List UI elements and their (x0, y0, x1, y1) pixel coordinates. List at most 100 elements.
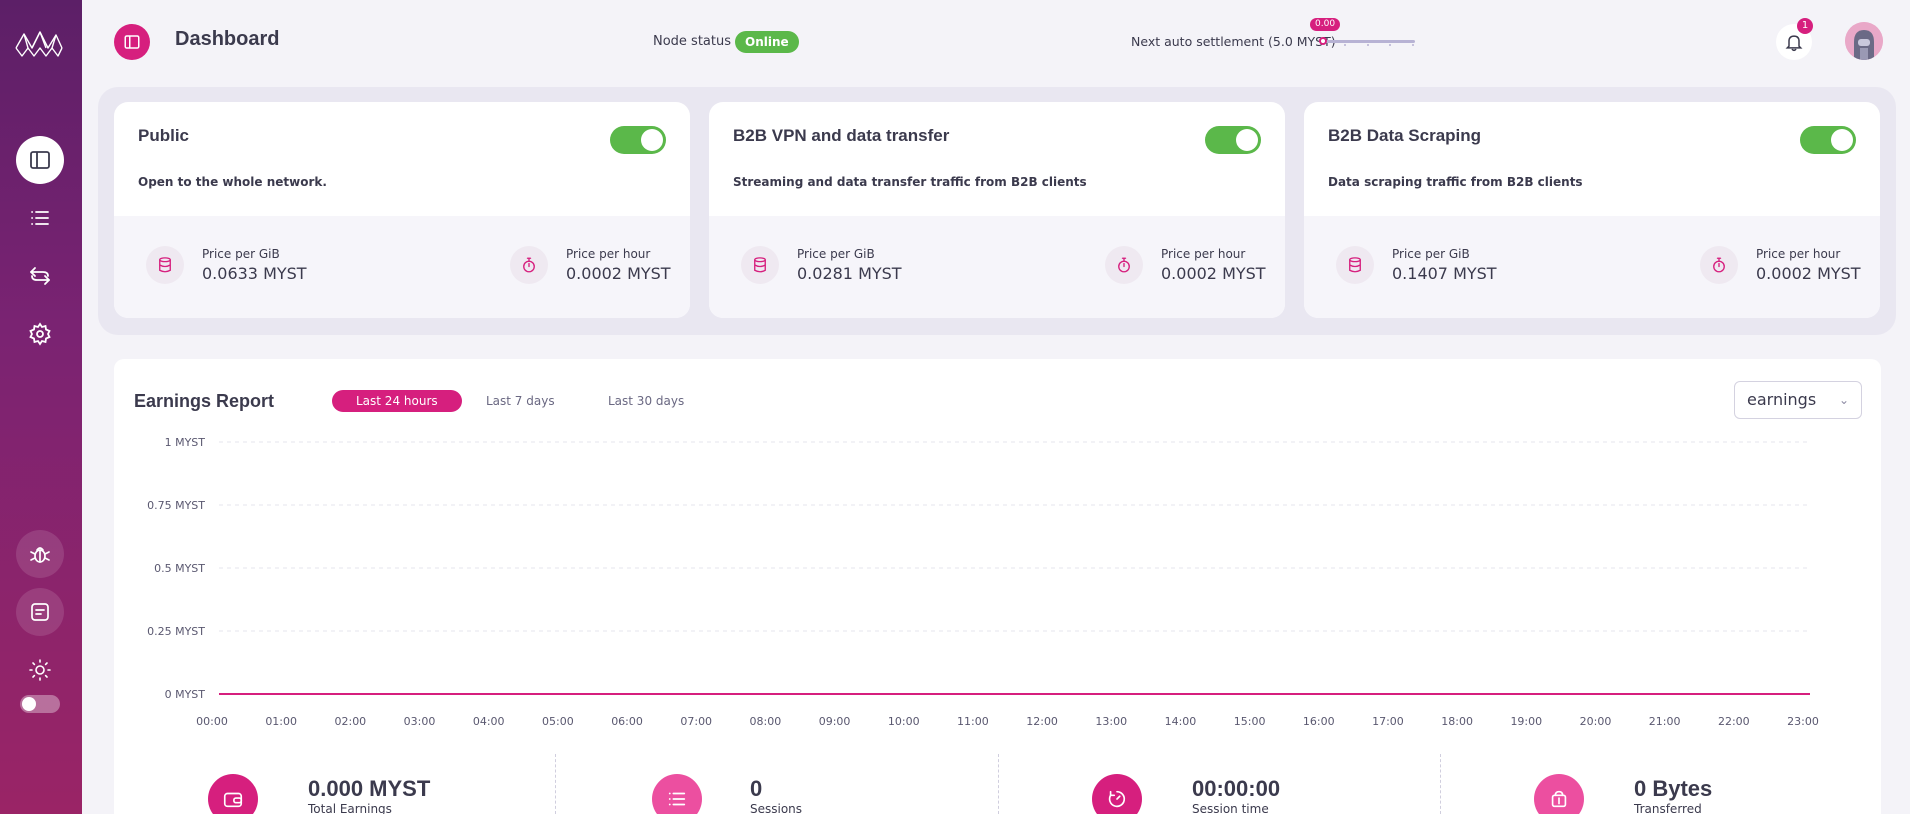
metric-select-value: earnings (1747, 390, 1817, 409)
x-tick-label: 16:00 (1303, 715, 1335, 728)
x-tick-label: 15:00 (1234, 715, 1266, 728)
service-card-b2b-scraping: B2B Data Scraping Data scraping traffic … (1304, 102, 1880, 318)
stat-value: 0 (750, 776, 763, 801)
price-value: 0.0002 MYST (1756, 264, 1861, 283)
timer-icon (1092, 774, 1142, 814)
database-icon (741, 246, 779, 284)
service-toggle[interactable] (1800, 126, 1856, 154)
stopwatch-icon (1700, 246, 1738, 284)
x-tick-label: 21:00 (1649, 715, 1681, 728)
settlement-ticks (1344, 44, 1414, 46)
nav-sessions[interactable] (16, 194, 64, 242)
price-value: 0.0281 MYST (797, 264, 902, 283)
settlement-progress-handle (1319, 37, 1327, 45)
stat-label: Total Earnings (308, 802, 392, 814)
node-status-badge: Online (735, 31, 799, 53)
service-description: Data scraping traffic from B2B clients (1328, 175, 1583, 189)
y-tick-label: 0.25 MYST (147, 625, 205, 638)
nav-theme[interactable] (16, 646, 64, 694)
service-toggle-knob (1831, 129, 1853, 151)
x-tick-label: 02:00 (334, 715, 366, 728)
stats-bar: 0.000 MYST Total Earnings 0 Sessions 00:… (114, 754, 1881, 814)
service-card-public: Public Open to the whole network. Price … (114, 102, 690, 318)
y-tick-label: 0.75 MYST (147, 499, 205, 512)
price-per-gib: Price per GiB 0.1407 MYST (1336, 246, 1497, 284)
nav-dashboard[interactable] (16, 136, 64, 184)
metric-select[interactable]: earnings ⌄ (1734, 381, 1862, 419)
sidebar-toggle-button[interactable] (114, 24, 150, 60)
service-card-b2b-vpn: B2B VPN and data transfer Streaming and … (709, 102, 1285, 318)
stat-label: Sessions (750, 802, 803, 814)
price-label: Price per hour (566, 247, 651, 261)
service-description: Streaming and data transfer traffic from… (733, 175, 1087, 189)
stat-label: Transferred (1634, 802, 1702, 814)
price-label: Price per hour (1161, 247, 1246, 261)
nav-docs[interactable] (16, 588, 64, 636)
y-tick-label: 0 MYST (165, 688, 206, 701)
x-tick-label: 05:00 (542, 715, 574, 728)
y-tick-label: 0.5 MYST (154, 562, 205, 575)
node-status-label: Node status (653, 34, 732, 49)
range-tab-7d[interactable]: Last 7 days (462, 390, 579, 412)
service-title: B2B VPN and data transfer (733, 126, 950, 145)
service-toggle-knob (1236, 129, 1258, 151)
price-per-gib: Price per GiB 0.0633 MYST (146, 246, 307, 284)
range-tab-30d[interactable]: Last 30 days (584, 390, 708, 412)
price-value: 0.0002 MYST (566, 264, 671, 283)
service-toggle-knob (641, 129, 663, 151)
stat-label: Session time (1192, 802, 1269, 814)
service-pricing: Price per GiB 0.0281 MYST Price per hour 0… (709, 216, 1285, 318)
x-tick-label: 07:00 (680, 715, 712, 728)
x-tick-label: 18:00 (1441, 715, 1473, 728)
stat-divider (555, 754, 556, 814)
sidebar (0, 0, 82, 814)
service-title: B2B Data Scraping (1328, 126, 1482, 145)
sidebar-layout-icon (124, 35, 140, 49)
stopwatch-icon (510, 246, 548, 284)
theme-toggle-knob (22, 697, 36, 711)
stat-divider (998, 754, 999, 814)
gear-icon (29, 322, 51, 346)
sidebar-layout-icon (30, 151, 50, 169)
service-pricing: Price per GiB 0.0633 MYST Price per hour 0… (114, 216, 690, 318)
x-tick-label: 04:00 (473, 715, 505, 728)
x-tick-label: 00:00 (196, 715, 228, 728)
nav-report-bug[interactable] (16, 530, 64, 578)
x-tick-label: 08:00 (750, 715, 782, 728)
x-tick-label: 09:00 (819, 715, 851, 728)
nav-settings[interactable] (16, 310, 64, 358)
list-icon (652, 774, 702, 814)
x-tick-label: 13:00 (1095, 715, 1127, 728)
stat-divider (1440, 754, 1441, 814)
avatar[interactable] (1845, 22, 1883, 60)
service-toggle[interactable] (1205, 126, 1261, 154)
x-tick-label: 11:00 (957, 715, 989, 728)
x-tick-label: 10:00 (888, 715, 920, 728)
database-icon (1336, 246, 1374, 284)
y-tick-label: 1 MYST (165, 436, 206, 449)
theme-toggle[interactable] (20, 695, 60, 713)
stopwatch-icon (1105, 246, 1143, 284)
service-toggle[interactable] (610, 126, 666, 154)
settlement-value: 0.00 (1310, 18, 1341, 31)
notification-count-badge: 1 (1797, 18, 1813, 34)
earnings-report-title: Earnings Report (134, 391, 275, 411)
price-label: Price per GiB (202, 247, 280, 261)
x-tick-label: 19:00 (1510, 715, 1542, 728)
service-description: Open to the whole network. (138, 175, 327, 189)
nav-transactions[interactable] (16, 252, 64, 300)
transfer-icon (1534, 774, 1584, 814)
wallet-icon (208, 774, 258, 814)
price-value: 0.0002 MYST (1161, 264, 1266, 283)
price-per-hour: Price per hour 0.0002 MYST (1700, 246, 1861, 284)
x-tick-label: 17:00 (1372, 715, 1404, 728)
x-tick-label: 06:00 (611, 715, 643, 728)
user-avatar-icon (1845, 22, 1883, 60)
service-title: Public (138, 126, 190, 145)
sun-icon (29, 659, 51, 681)
list-icon (31, 211, 49, 225)
stat-value: 00:00:00 (1192, 776, 1281, 801)
page-title: Dashboard (175, 28, 280, 50)
range-tab-24h[interactable]: Last 24 hours (332, 390, 462, 412)
header: Dashboard Node status Online Next auto s… (82, 0, 1910, 84)
